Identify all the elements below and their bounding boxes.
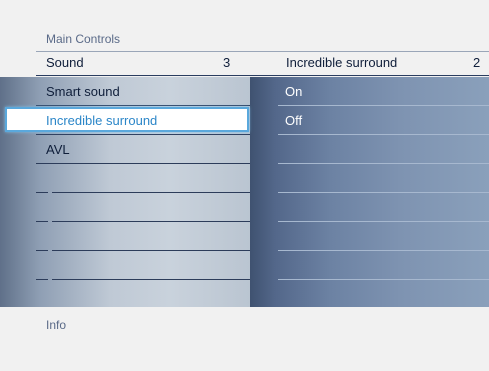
current-menu-count: 3 bbox=[223, 55, 231, 70]
menu-item-smart-sound[interactable]: Smart sound bbox=[0, 77, 250, 106]
selected-item-label: Incredible surround bbox=[46, 113, 158, 128]
menu-item-avl[interactable]: AVL bbox=[0, 135, 250, 164]
menu-item-empty bbox=[0, 222, 250, 251]
option-label: Off bbox=[285, 113, 303, 128]
right-options-column: On Off bbox=[250, 77, 489, 307]
menu-item-label: Smart sound bbox=[46, 84, 120, 99]
page-title: Main Controls bbox=[46, 32, 121, 46]
info-label: Info bbox=[46, 318, 67, 332]
option-empty bbox=[250, 193, 489, 222]
menu-item-empty bbox=[0, 164, 250, 193]
header-area: Main Controls Sound 3 Incredible surroun… bbox=[0, 0, 489, 82]
option-label: On bbox=[285, 84, 303, 99]
menu-item-empty bbox=[0, 280, 250, 309]
option-empty bbox=[250, 164, 489, 193]
header-bottom-divider bbox=[36, 75, 489, 76]
current-menu-label: Sound bbox=[46, 55, 84, 70]
option-off[interactable]: Off bbox=[250, 106, 489, 135]
submenu-count: 2 bbox=[473, 55, 481, 70]
option-empty bbox=[250, 251, 489, 280]
menu-item-empty bbox=[0, 193, 250, 222]
submenu-title: Incredible surround bbox=[286, 55, 398, 70]
footer-area bbox=[0, 307, 489, 371]
option-empty bbox=[250, 135, 489, 164]
option-empty bbox=[250, 222, 489, 251]
header-divider bbox=[36, 51, 489, 52]
option-on[interactable]: On bbox=[250, 77, 489, 106]
menu-item-incredible-surround-selected[interactable]: Incredible surround bbox=[5, 107, 249, 132]
menu-item-empty bbox=[0, 251, 250, 280]
menu-item-label: AVL bbox=[46, 142, 70, 157]
option-empty bbox=[250, 280, 489, 309]
